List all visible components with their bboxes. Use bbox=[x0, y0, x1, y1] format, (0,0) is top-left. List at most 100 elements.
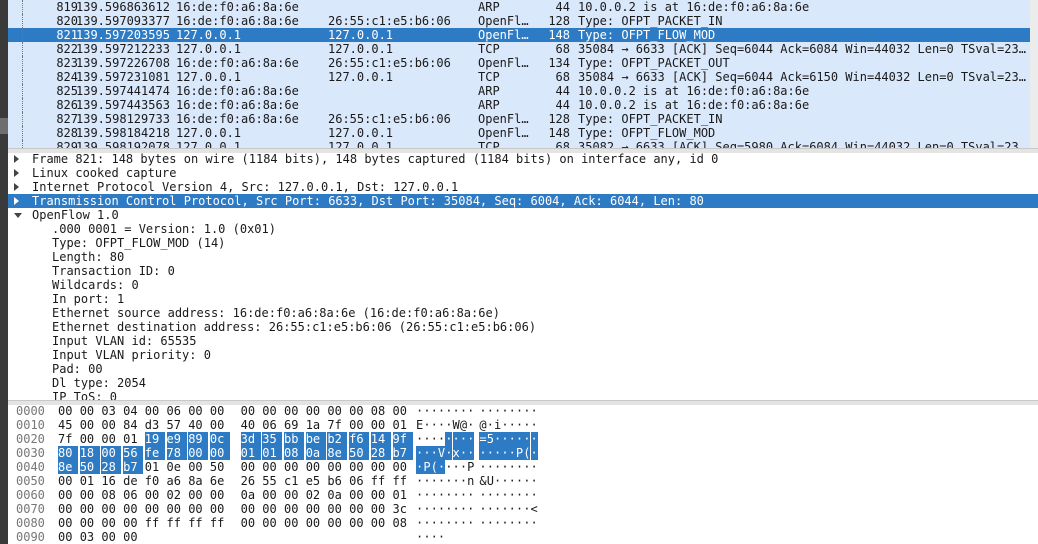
hex-byte[interactable]: 3d bbox=[240, 432, 261, 446]
ascii-char[interactable]: @ bbox=[460, 418, 467, 432]
ascii-char[interactable]: · bbox=[516, 404, 523, 418]
ascii-char[interactable]: · bbox=[501, 502, 508, 516]
hex-byte[interactable]: 18 bbox=[79, 446, 100, 460]
detail-tree-node[interactable]: Linux cooked capture bbox=[8, 166, 1038, 180]
hex-byte[interactable]: 00 bbox=[241, 460, 261, 474]
hex-byte[interactable]: 00 bbox=[188, 460, 208, 474]
hex-byte[interactable]: 8e bbox=[58, 460, 78, 474]
detail-field[interactable]: Length: 80 bbox=[8, 250, 1038, 264]
ascii-char[interactable]: · bbox=[460, 502, 467, 516]
hex-byte[interactable]: 8a bbox=[188, 474, 208, 488]
ascii-char[interactable]: · bbox=[416, 488, 423, 502]
hex-byte[interactable]: 00 bbox=[58, 530, 78, 544]
ascii-char[interactable]: · bbox=[438, 502, 445, 516]
hex-byte[interactable]: 00 bbox=[188, 502, 208, 516]
ascii-char[interactable]: · bbox=[516, 488, 523, 502]
hex-byte[interactable]: 00 bbox=[58, 474, 78, 488]
hex-byte[interactable]: 9f bbox=[392, 432, 413, 446]
hex-byte[interactable]: 00 bbox=[371, 502, 391, 516]
ascii-char[interactable]: · bbox=[494, 474, 501, 488]
collapsed-arrow-icon[interactable] bbox=[14, 183, 19, 191]
ascii-char[interactable]: · bbox=[445, 474, 452, 488]
hex-byte[interactable]: 45 bbox=[58, 418, 78, 432]
hex-byte[interactable]: 00 bbox=[101, 432, 121, 446]
hex-byte[interactable]: 00 bbox=[349, 502, 369, 516]
ascii-char[interactable]: · bbox=[445, 446, 453, 460]
ascii-char[interactable]: · bbox=[523, 432, 531, 446]
hex-byte[interactable]: 00 bbox=[306, 404, 326, 418]
ascii-char[interactable]: · bbox=[431, 530, 438, 544]
ascii-char[interactable]: · bbox=[445, 432, 453, 446]
ascii-char[interactable]: · bbox=[501, 418, 508, 432]
detail-field[interactable]: IP ToS: 0 bbox=[8, 390, 1038, 400]
ascii-char[interactable]: · bbox=[516, 474, 523, 488]
hex-byte[interactable]: 50 bbox=[349, 446, 370, 460]
hex-byte[interactable]: 00 bbox=[210, 404, 230, 418]
detail-tree-node[interactable]: Frame 821: 148 bytes on wire (1184 bits)… bbox=[8, 152, 1038, 166]
ascii-char[interactable]: · bbox=[467, 516, 474, 530]
hex-byte[interactable]: 00 bbox=[349, 488, 369, 502]
detail-field[interactable]: Wildcards: 0 bbox=[8, 278, 1038, 292]
ascii-char[interactable]: · bbox=[523, 502, 530, 516]
hex-byte[interactable]: 00 bbox=[80, 404, 100, 418]
ascii-char[interactable]: ( bbox=[430, 460, 438, 474]
ascii-char[interactable]: · bbox=[509, 418, 516, 432]
detail-field[interactable]: Dl type: 2054 bbox=[8, 376, 1038, 390]
hex-byte[interactable]: 00 bbox=[80, 488, 100, 502]
packet-list[interactable]: 819 139.596863612 16:de:f0:a6:8a:6e ARP 44 10… bbox=[8, 0, 1038, 148]
hex-byte[interactable]: 00 bbox=[262, 502, 282, 516]
hex-byte[interactable]: ff bbox=[145, 516, 165, 530]
ascii-char[interactable]: · bbox=[494, 446, 502, 460]
ascii-char[interactable]: · bbox=[523, 404, 530, 418]
ascii-char[interactable]: · bbox=[416, 502, 423, 516]
ascii-char[interactable]: & bbox=[479, 474, 486, 488]
ascii-char[interactable]: @ bbox=[479, 418, 486, 432]
packet-details-tree[interactable]: Frame 821: 148 bytes on wire (1184 bits)… bbox=[8, 152, 1038, 400]
hex-byte[interactable]: 00 bbox=[393, 460, 413, 474]
detail-field[interactable]: Input VLAN id: 65535 bbox=[8, 334, 1038, 348]
hex-byte[interactable]: 08 bbox=[101, 488, 121, 502]
hex-byte[interactable]: ff bbox=[393, 474, 413, 488]
hex-byte[interactable]: b6 bbox=[327, 474, 347, 488]
ascii-char[interactable]: · bbox=[416, 446, 424, 460]
ascii-char[interactable]: n bbox=[467, 474, 474, 488]
ascii-char[interactable]: · bbox=[460, 488, 467, 502]
ascii-char[interactable]: · bbox=[523, 516, 530, 530]
hex-byte[interactable]: 00 bbox=[371, 516, 391, 530]
hex-byte[interactable]: 00 bbox=[371, 460, 391, 474]
collapsed-arrow-icon[interactable] bbox=[14, 169, 19, 177]
ascii-char[interactable]: · bbox=[445, 404, 452, 418]
ascii-char[interactable]: · bbox=[416, 530, 423, 544]
hex-byte[interactable]: de bbox=[123, 474, 143, 488]
hex-byte[interactable]: 28 bbox=[370, 446, 391, 460]
hex-byte[interactable]: f0 bbox=[145, 474, 165, 488]
ascii-char[interactable]: · bbox=[423, 502, 430, 516]
collapsed-arrow-icon[interactable] bbox=[14, 155, 19, 163]
ascii-char[interactable]: · bbox=[416, 474, 423, 488]
packet-row[interactable]: 821 139.597203595 127.0.0.1 127.0.0.1 OpenFl… bbox=[8, 28, 1038, 42]
hex-byte[interactable]: 08 bbox=[393, 516, 413, 530]
ascii-char[interactable]: · bbox=[494, 516, 501, 530]
packet-row[interactable]: 824 139.597231081 127.0.0.1 127.0.0.1 TCP 68 3… bbox=[8, 70, 1038, 84]
ascii-char[interactable]: · bbox=[423, 474, 430, 488]
hex-byte[interactable]: f6 bbox=[349, 432, 370, 446]
hex-byte[interactable]: c1 bbox=[284, 474, 304, 488]
hex-byte[interactable]: 55 bbox=[262, 474, 282, 488]
ascii-char[interactable]: · bbox=[479, 516, 486, 530]
hex-byte[interactable]: d3 bbox=[145, 418, 165, 432]
ascii-char[interactable]: · bbox=[523, 418, 530, 432]
ascii-char[interactable]: · bbox=[531, 488, 538, 502]
ascii-char[interactable]: · bbox=[430, 446, 438, 460]
ascii-char[interactable]: · bbox=[487, 404, 494, 418]
ascii-char[interactable]: · bbox=[509, 404, 516, 418]
packet-row[interactable]: 823 139.597226708 16:de:f0:a6:8a:6e 26:55:c… bbox=[8, 56, 1038, 70]
ascii-char[interactable]: E bbox=[416, 418, 423, 432]
ascii-char[interactable]: · bbox=[460, 474, 467, 488]
hex-byte[interactable]: 84 bbox=[123, 418, 143, 432]
ascii-char[interactable]: · bbox=[509, 460, 516, 474]
hex-byte[interactable]: ff bbox=[210, 516, 230, 530]
ascii-char[interactable]: V bbox=[437, 446, 446, 460]
hex-byte[interactable]: 00 bbox=[101, 516, 121, 530]
ascii-char[interactable]: · bbox=[431, 418, 438, 432]
hex-byte[interactable]: 7f bbox=[58, 432, 78, 446]
